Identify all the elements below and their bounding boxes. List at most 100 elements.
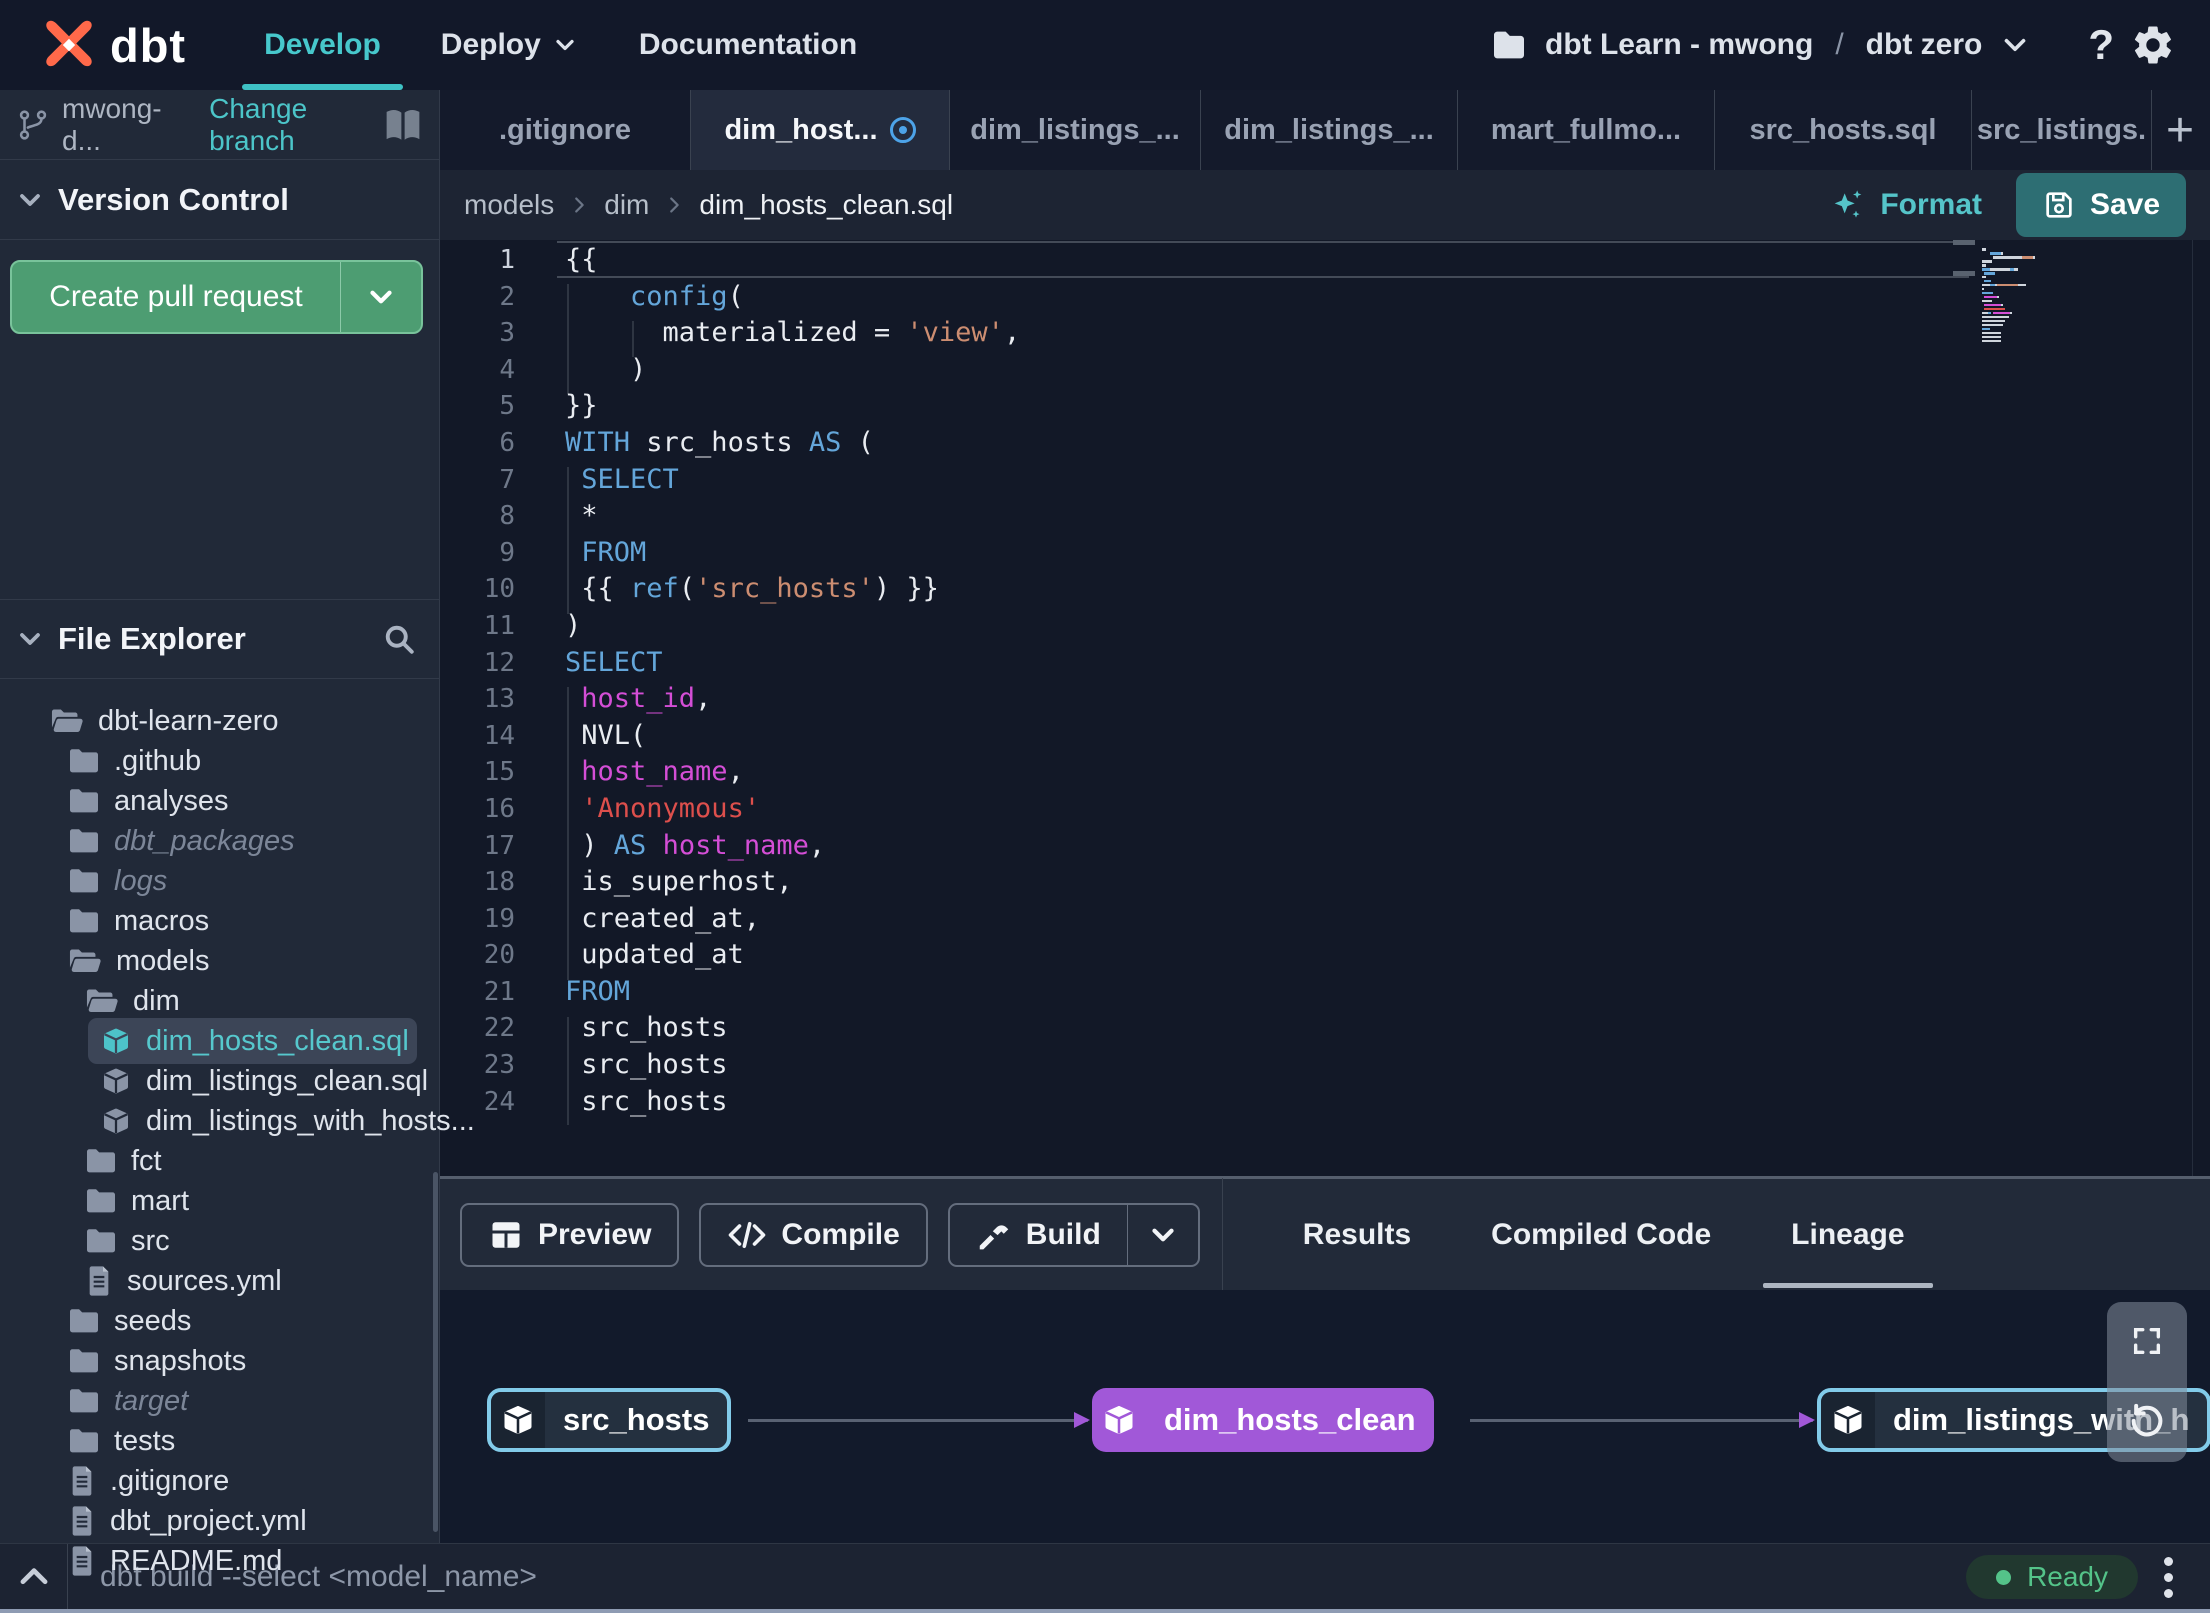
tab-src-listings-[interactable]: src_listings. (1972, 90, 2152, 170)
tree-item-label: dim (133, 984, 180, 1017)
panel-tab-results[interactable]: Results (1263, 1178, 1451, 1292)
help-icon[interactable]: ? (2088, 21, 2114, 69)
tree-item-dbt-learn-zero[interactable]: dbt-learn-zero (0, 701, 439, 741)
nav-item-documentation[interactable]: Documentation (609, 0, 887, 90)
gear-icon[interactable] (2130, 22, 2176, 68)
file-explorer-header[interactable]: File Explorer (0, 599, 439, 679)
fullscreen-icon[interactable] (2130, 1324, 2164, 1358)
tab-dim-host-[interactable]: dim_host... (691, 90, 950, 170)
tab-dim-listings-[interactable]: dim_listings_... (950, 90, 1201, 170)
project-name[interactable]: dbt Learn - mwong (1545, 28, 1813, 62)
build-dropdown-chevron-icon[interactable] (1126, 1204, 1198, 1265)
tree-item--gitignore[interactable]: .gitignore (0, 1461, 439, 1501)
folder-icon (68, 747, 100, 775)
tree-item-label: tests (114, 1424, 176, 1457)
modified-indicator-icon (889, 117, 916, 143)
pull-request-dropdown-chevron-icon[interactable] (341, 262, 421, 332)
code-line-5: }} (565, 390, 598, 422)
model-icon (100, 1025, 132, 1057)
nav-item-deploy[interactable]: Deploy (411, 0, 609, 90)
format-label: Format (1880, 188, 1982, 221)
code-line-6: WITH src_hosts AS ( (565, 426, 874, 458)
chevron-down-icon (14, 184, 46, 216)
code-icon (727, 1217, 767, 1253)
breadcrumb-item[interactable]: models (464, 189, 554, 221)
tree-item-dim-listings-with-hosts-[interactable]: dim_listings_with_hosts... (0, 1101, 475, 1141)
code-line-10: {{ ref('src_hosts') }} (565, 573, 939, 605)
tab-mart-fullmo-[interactable]: mart_fullmo... (1458, 90, 1715, 170)
hammer-icon (976, 1217, 1012, 1253)
lineage-node-dim_hosts_clean[interactable]: dim_hosts_clean (1092, 1388, 1434, 1452)
tab--gitignore[interactable]: .gitignore (440, 90, 691, 170)
create-pull-request-button[interactable]: Create pull request (10, 260, 423, 334)
result-panel-tabs: Results Compiled Code Lineage (1263, 1178, 1945, 1292)
tree-item-seeds[interactable]: seeds (0, 1301, 439, 1341)
code-line-1: {{ (565, 244, 598, 275)
tree-item-snapshots[interactable]: snapshots (0, 1341, 439, 1381)
dbt-logo[interactable]: dbt (38, 14, 186, 76)
compile-button[interactable]: Compile (699, 1202, 928, 1267)
kebab-menu-icon[interactable] (2138, 1556, 2198, 1598)
tree-item-dim-listings-clean-sql[interactable]: dim_listings_clean.sql (0, 1061, 439, 1101)
expand-command-bar-chevron-up-icon[interactable] (0, 1558, 67, 1596)
breadcrumb-item[interactable]: dim (604, 189, 649, 221)
panel-tab-compiled-code[interactable]: Compiled Code (1451, 1178, 1751, 1292)
tree-item-src[interactable]: src (0, 1221, 439, 1261)
dbt-logo-icon (38, 14, 100, 76)
tree-item-dbt-packages[interactable]: dbt_packages (0, 821, 439, 861)
format-button[interactable]: Format (1828, 185, 1982, 225)
tree-item-tests[interactable]: tests (0, 1421, 439, 1461)
tree-item-sources-yml[interactable]: sources.yml (0, 1261, 439, 1301)
tree-item-dim[interactable]: dim (0, 981, 439, 1021)
lineage-graph[interactable]: src_hosts dim_hosts_clean dim_listings_wit… (440, 1290, 2210, 1543)
refresh-icon[interactable] (2127, 1400, 2167, 1440)
minimap-change-mark (1953, 240, 1975, 245)
tree-item-dim-hosts-clean-sql[interactable]: dim_hosts_clean.sql (0, 1018, 439, 1064)
lineage-node-src_hosts[interactable]: src_hosts (487, 1388, 732, 1452)
docs-book-icon[interactable] (383, 107, 423, 143)
tree-item-label: fct (131, 1144, 162, 1177)
search-icon[interactable] (381, 621, 417, 657)
save-button[interactable]: Save (2016, 173, 2186, 237)
preview-button[interactable]: Preview (460, 1202, 680, 1267)
chevron-right-icon (568, 194, 590, 216)
tree-item-mart[interactable]: mart (0, 1181, 439, 1221)
tree-item--github[interactable]: .github (0, 741, 439, 781)
tree-item-target[interactable]: target (0, 1381, 439, 1421)
version-control-header[interactable]: Version Control (0, 160, 439, 240)
code-content[interactable]: {{ config( materialized = 'view', )}} WIT… (565, 242, 1020, 1120)
tree-item-macros[interactable]: macros (0, 901, 439, 941)
tree-item-label: dim_listings_with_hosts... (146, 1104, 475, 1137)
lineage-node-label: src_hosts (563, 1402, 710, 1437)
folder-icon (68, 1387, 100, 1415)
tree-item-logs[interactable]: logs (0, 861, 439, 901)
chevron-down-icon (551, 31, 579, 59)
build-button[interactable]: Build (947, 1202, 1200, 1267)
project-folder-icon (1489, 25, 1529, 65)
breadcrumb-item[interactable]: dim_hosts_clean.sql (699, 189, 953, 221)
button-label: Build (1025, 1217, 1101, 1251)
model-icon (100, 1065, 132, 1097)
code-line-8: * (565, 500, 598, 532)
tab-src-hosts-sql[interactable]: src_hosts.sql (1715, 90, 1972, 170)
code-editor[interactable]: 1 2 3 4 5 6 7 8 9 10 11 12 13 14 15 16 17 18 19 20 21 22 23 24 … (440, 240, 2210, 1176)
environment-chevron-down-icon[interactable] (1998, 28, 2032, 62)
new-tab-button[interactable]: + (2152, 90, 2208, 170)
environment-name[interactable]: dbt zero (1866, 28, 1983, 62)
minimap[interactable] (1982, 248, 2142, 344)
panel-tab-lineage[interactable]: Lineage (1751, 1178, 1944, 1292)
tree-item-dbt-project-yml[interactable]: dbt_project.yml (0, 1501, 439, 1541)
tab-dim-listings-[interactable]: dim_listings_... (1201, 90, 1458, 170)
model-cube-icon (1821, 1392, 1875, 1448)
sparkle-icon (1828, 185, 1868, 225)
folder-open-icon (68, 947, 102, 975)
nav-item-develop[interactable]: Develop (234, 0, 411, 90)
tree-item-analyses[interactable]: analyses (0, 781, 439, 821)
tree-item-models[interactable]: models (0, 941, 439, 981)
command-bar: dbt build --select <model_name> Ready (0, 1543, 2210, 1611)
tree-item-fct[interactable]: fct (0, 1141, 439, 1181)
tab-label: src_listings. (1976, 113, 2147, 146)
change-branch-link[interactable]: Change branch (209, 93, 371, 157)
sidebar-scrollbar[interactable] (433, 1172, 438, 1532)
tree-item-label: dbt-learn-zero (98, 704, 279, 737)
